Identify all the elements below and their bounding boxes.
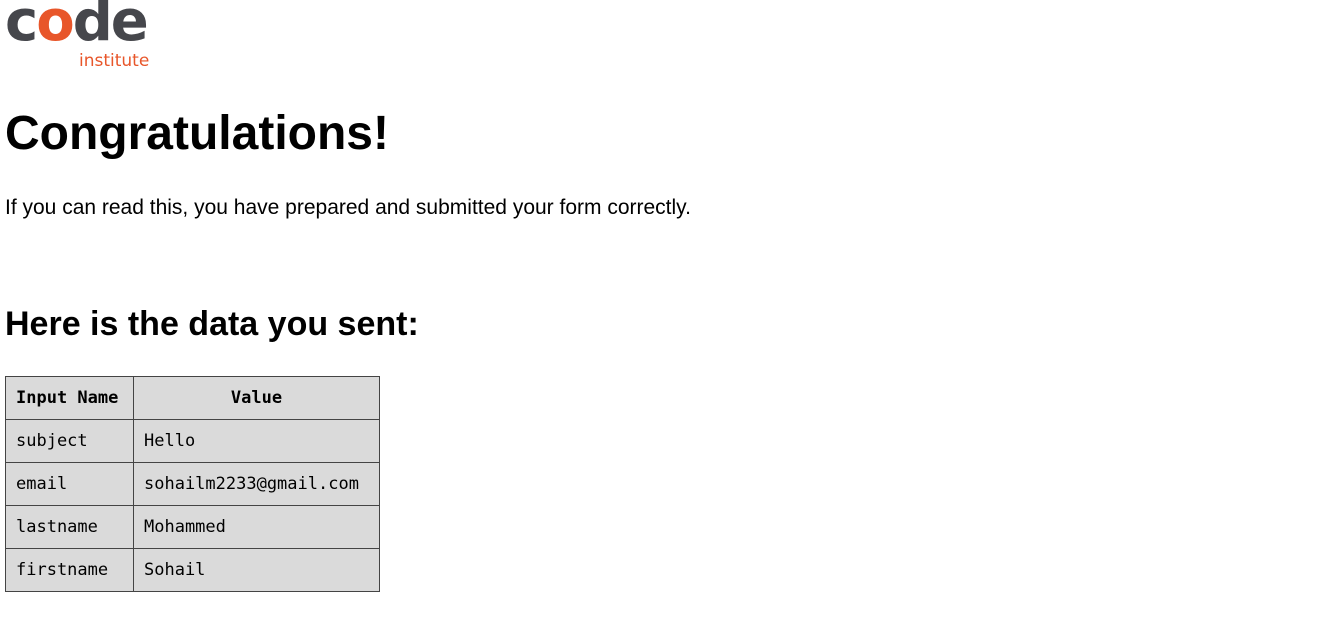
row-value: Sohail — [133, 548, 380, 592]
table-header-row: Input Name Value — [5, 376, 380, 420]
row-input-name: email — [5, 462, 134, 506]
row-input-name: lastname — [5, 505, 134, 549]
row-value: Hello — [133, 419, 380, 463]
header-value: Value — [133, 376, 380, 420]
header-input-name: Input Name — [5, 376, 134, 420]
row-input-name: firstname — [5, 548, 134, 592]
logo-wordmark: code — [5, 0, 149, 50]
row-input-name: subject — [5, 419, 134, 463]
row-value: sohailm2233@gmail.com — [133, 462, 380, 506]
data-heading: Here is the data you sent: — [5, 305, 419, 343]
submitted-data-table: Input Name Value subject Hello email soh… — [5, 376, 380, 592]
table-row: firstname Sohail — [5, 548, 380, 592]
table-row: email sohailm2233@gmail.com — [5, 462, 380, 506]
table-row: subject Hello — [5, 419, 380, 463]
logo-subtext: institute — [79, 51, 150, 71]
page-title: Congratulations! — [5, 107, 389, 160]
table-row: lastname Mohammed — [5, 505, 380, 549]
code-institute-logo: code institute — [5, 0, 160, 72]
logo-accent-letter: o — [36, 0, 75, 54]
row-value: Mohammed — [133, 505, 380, 549]
intro-text: If you can read this, you have prepared … — [5, 196, 691, 219]
